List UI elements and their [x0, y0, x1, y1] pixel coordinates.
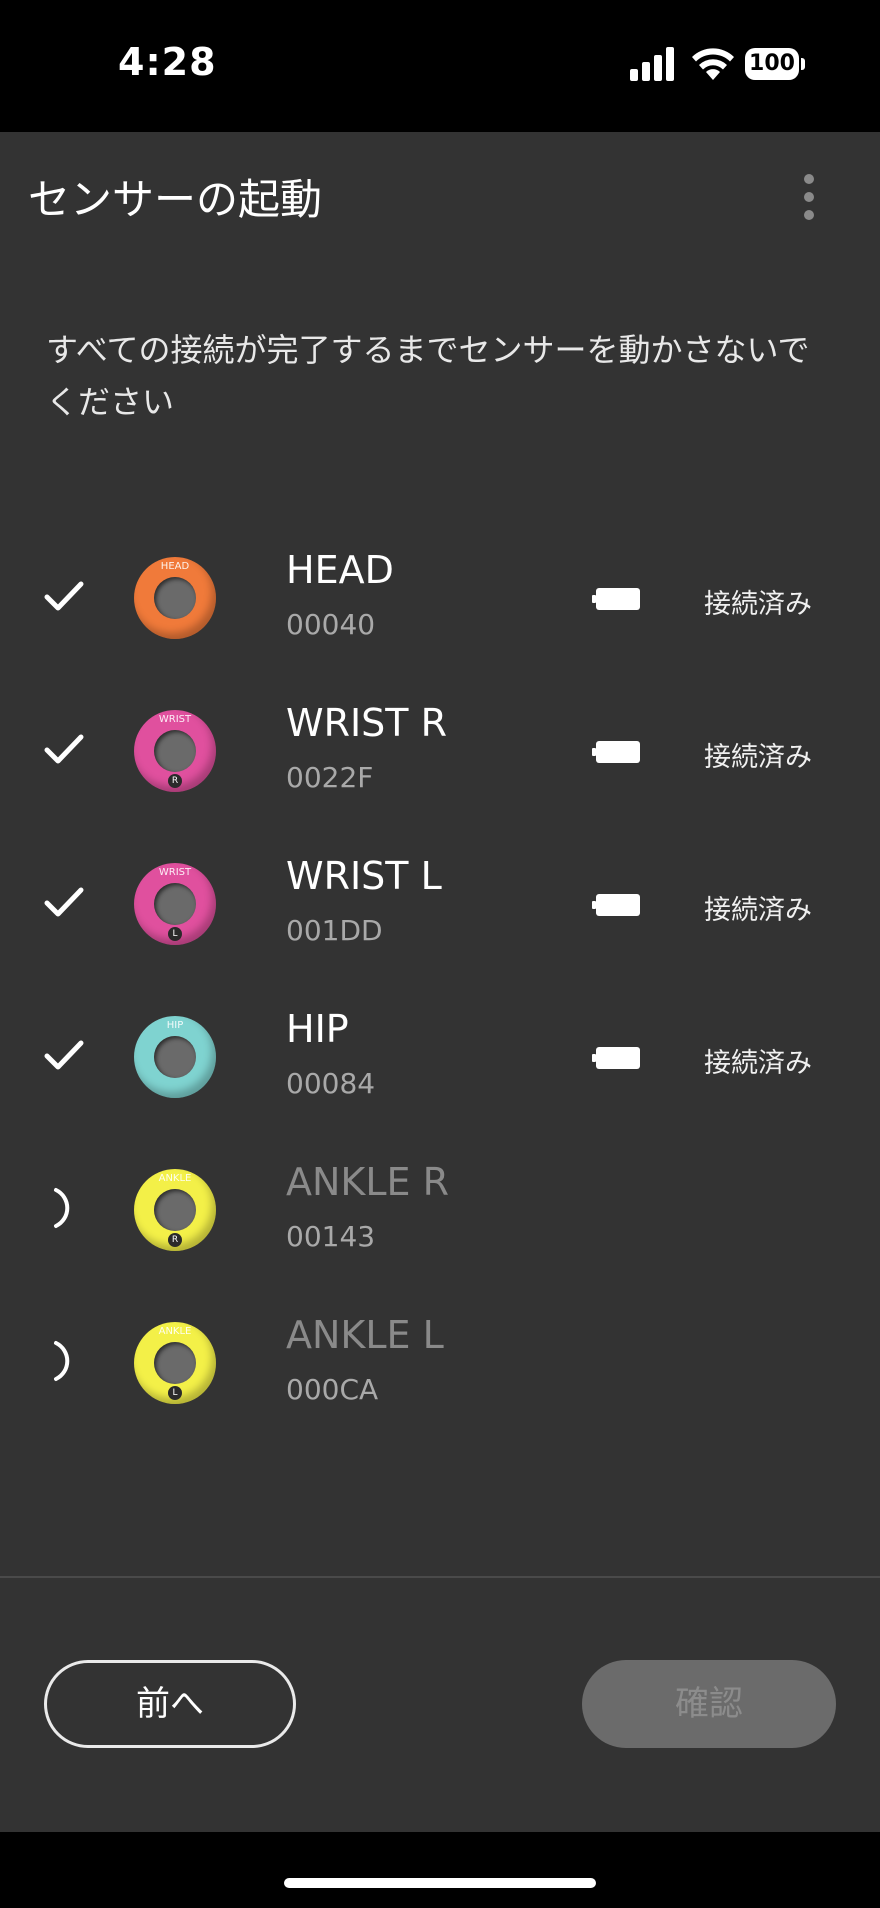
checkmark-icon — [44, 1040, 84, 1070]
checkmark-icon — [44, 734, 84, 764]
sensor-core — [154, 1036, 196, 1078]
sensor-name: HIP — [286, 1007, 349, 1051]
sensor-badge-label: HIP — [166, 1020, 184, 1031]
sensor-badge-label: WRIST — [158, 714, 192, 725]
sensor-badge-label: WRIST — [158, 867, 192, 878]
sensor-name: ANKLE R — [286, 1160, 450, 1204]
confirm-button[interactable]: 確認 — [582, 1660, 836, 1748]
connection-status: 接続済み — [704, 742, 812, 773]
sensor-badge-icon: ANKLE L — [134, 1322, 216, 1404]
loading-spinner-icon — [54, 1341, 70, 1381]
cellular-signal-icon — [630, 47, 674, 81]
battery-indicator: 100 — [745, 48, 799, 80]
battery-tip — [801, 58, 805, 70]
status-time: 4:28 — [118, 40, 217, 84]
connection-status: 接続済み — [704, 589, 812, 620]
sensor-side-mark: L — [168, 927, 182, 941]
battery-full-icon — [592, 588, 640, 610]
home-indicator — [284, 1878, 596, 1888]
sensor-name: HEAD — [286, 548, 394, 592]
sensor-core — [154, 730, 196, 772]
sensor-row: WRIST R WRIST R 0022F 接続済み — [0, 683, 880, 823]
connection-status: 接続済み — [704, 1048, 812, 1079]
checkmark-icon — [44, 887, 84, 917]
status-bar: 4:28 100 — [0, 0, 880, 132]
sensor-side-mark: R — [168, 1233, 182, 1247]
sensor-row: ANKLE L ANKLE L 000CA — [0, 1295, 880, 1435]
sensor-core — [154, 1189, 196, 1231]
more-options-icon[interactable] — [795, 172, 823, 222]
sensor-row: WRIST L WRIST L 001DD 接続済み — [0, 836, 880, 976]
previous-button[interactable]: 前へ — [44, 1660, 296, 1748]
sensor-badge-label: ANKLE — [158, 1173, 192, 1184]
connection-status: 接続済み — [704, 895, 812, 926]
sensor-side-mark: L — [168, 1386, 182, 1400]
sensor-name: ANKLE L — [286, 1313, 444, 1357]
sensor-badge-icon: HIP — [134, 1016, 216, 1098]
sensor-serial: 0022F — [286, 761, 374, 794]
loading-spinner-icon — [54, 1188, 70, 1228]
battery-full-icon — [592, 894, 640, 916]
sensor-core — [154, 883, 196, 925]
sensor-row: HIP HIP 00084 接続済み — [0, 989, 880, 1129]
sensor-serial: 00084 — [286, 1067, 376, 1100]
sensor-serial: 001DD — [286, 914, 383, 947]
sensor-side-mark: R — [168, 774, 182, 788]
sensor-name: WRIST R — [286, 701, 447, 745]
sensor-badge-icon: WRIST R — [134, 710, 216, 792]
checkmark-icon — [44, 581, 84, 611]
sensor-name: WRIST L — [286, 854, 442, 898]
sensor-core — [154, 577, 196, 619]
footer-divider — [0, 1576, 880, 1578]
sensor-serial: 00143 — [286, 1220, 376, 1253]
sensor-badge-icon: WRIST L — [134, 863, 216, 945]
sensor-badge-icon: HEAD — [134, 557, 216, 639]
page-title: センサーの起動 — [28, 175, 323, 224]
instruction-text: すべての接続が完了するまでセンサーを動かさないでください — [46, 331, 810, 421]
sensor-serial: 00040 — [286, 608, 376, 641]
battery-full-icon — [592, 741, 640, 763]
sensor-row: ANKLE R ANKLE R 00143 — [0, 1142, 880, 1282]
wifi-icon — [692, 48, 734, 80]
sensor-badge-icon: ANKLE R — [134, 1169, 216, 1251]
battery-full-icon — [592, 1047, 640, 1069]
sensor-badge-label: HEAD — [160, 561, 190, 572]
sensor-row: HEAD HEAD 00040 接続済み — [0, 530, 880, 670]
sensor-serial: 000CA — [286, 1373, 379, 1406]
sensor-badge-label: ANKLE — [158, 1326, 192, 1337]
app-screen: センサーの起動 すべての接続が完了するまでセンサーを動かさないでください HEA… — [0, 132, 880, 1832]
sensor-core — [154, 1342, 196, 1384]
